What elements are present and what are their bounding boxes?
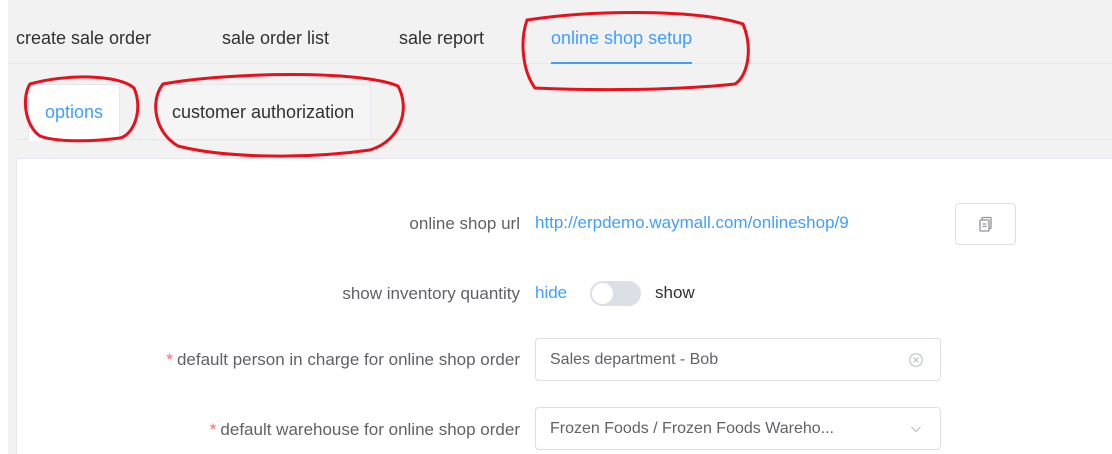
chevron-down-icon (908, 421, 924, 442)
required-mark: * (166, 350, 173, 369)
warehouse-value: Frozen Foods / Frozen Foods Wareho... (550, 420, 834, 437)
tab-sale-report[interactable]: sale report (399, 28, 484, 49)
copy-icon (979, 216, 992, 232)
copy-url-button[interactable] (955, 203, 1016, 245)
tab-sale-order-list[interactable]: sale order list (222, 28, 329, 49)
person-in-charge-value: Sales department - Bob (550, 351, 719, 368)
warehouse-text: default warehouse for online shop order (220, 420, 520, 439)
circle-close-icon[interactable] (908, 352, 924, 373)
inventory-hide-label[interactable]: hide (535, 283, 567, 303)
page: create sale order sale order list sale r… (0, 0, 1112, 454)
person-in-charge-text: default person in charge for online shop… (176, 350, 520, 369)
warehouse-label: * default warehouse for online shop order (210, 420, 520, 440)
toggle-knob (592, 283, 613, 304)
inventory-show-label[interactable]: show (655, 283, 695, 303)
subtab-customer-authorization[interactable]: customer authorization (156, 84, 372, 140)
tab-online-shop-setup[interactable]: online shop setup (551, 28, 693, 64)
inventory-toggle[interactable] (590, 281, 641, 306)
shop-url-label: online shop url (409, 214, 520, 233)
subtab-options[interactable]: options (28, 84, 121, 141)
warehouse-select[interactable]: Frozen Foods / Frozen Foods Wareho... (535, 407, 941, 450)
sub-tab-bar: options customer authorization (16, 84, 1112, 141)
tab-create-sale-order[interactable]: create sale order (16, 28, 151, 49)
required-mark: * (209, 420, 217, 439)
person-in-charge-field[interactable]: Sales department - Bob (535, 338, 941, 381)
shop-url-link[interactable]: http://erpdemo.waymall.com/onlineshop/9 (535, 213, 849, 233)
inventory-label: show inventory quantity (342, 284, 520, 303)
person-in-charge-label: * default person in charge for online sho… (166, 350, 520, 370)
